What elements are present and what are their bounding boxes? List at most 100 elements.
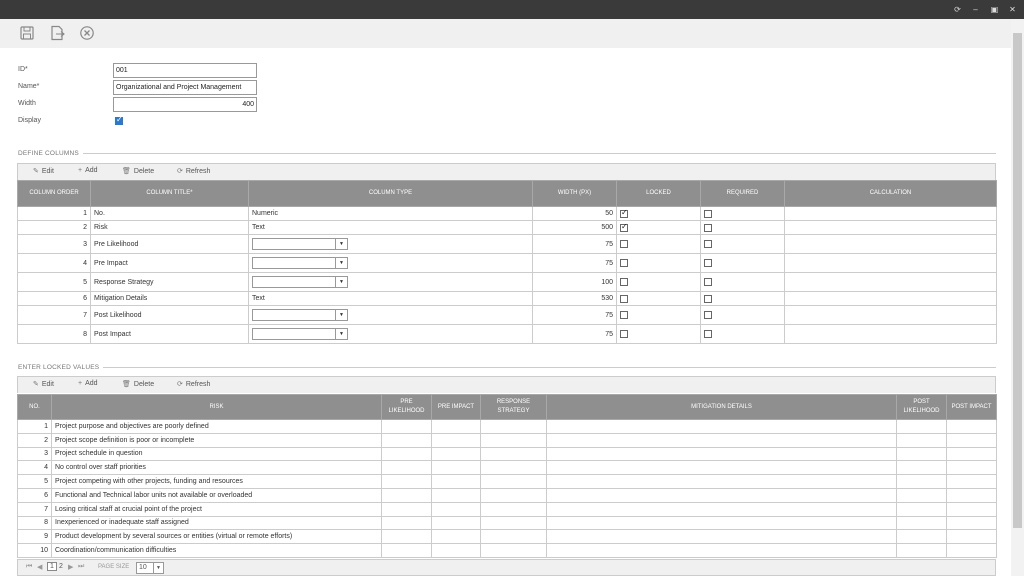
header-post-impact[interactable]: POST IMPACT bbox=[946, 394, 997, 420]
risk-text-cell[interactable]: Losing critical staff at crucial point o… bbox=[51, 501, 382, 517]
response-strategy-cell[interactable] bbox=[480, 474, 547, 489]
column-row[interactable]: 7Post Likelihood 75 bbox=[17, 305, 997, 325]
column-type-cell[interactable]: Text bbox=[248, 220, 533, 235]
risk-row[interactable]: 2 Project scope definition is poor or inc… bbox=[17, 432, 997, 448]
add-button[interactable]: + Add bbox=[78, 380, 98, 387]
post-likelihood-cell[interactable] bbox=[896, 419, 947, 434]
column-type-select[interactable] bbox=[252, 276, 348, 288]
response-strategy-cell[interactable] bbox=[480, 446, 547, 462]
mitigation-details-cell[interactable] bbox=[546, 474, 897, 489]
header-locked[interactable]: LOCKED bbox=[616, 180, 701, 207]
column-title-cell[interactable]: Mitigation Details bbox=[90, 291, 249, 306]
header-risk[interactable]: RISK bbox=[51, 394, 382, 420]
pre-likelihood-cell[interactable] bbox=[381, 432, 432, 448]
calculation-cell[interactable] bbox=[784, 291, 997, 306]
post-impact-cell[interactable] bbox=[946, 543, 997, 558]
calculation-cell[interactable] bbox=[784, 305, 997, 325]
calculation-cell[interactable] bbox=[784, 253, 997, 273]
mitigation-details-cell[interactable] bbox=[546, 515, 897, 531]
header-column-title[interactable]: COLUMN TITLE* bbox=[90, 180, 249, 207]
calculation-cell[interactable] bbox=[784, 324, 997, 344]
locked-checkbox[interactable] bbox=[620, 222, 628, 232]
risk-text-cell[interactable]: Coordination/communication difficulties bbox=[51, 543, 382, 558]
risk-row[interactable]: 6 Functional and Technical labor units no… bbox=[17, 487, 997, 503]
risk-text-cell[interactable]: No control over staff priorities bbox=[51, 460, 382, 476]
post-likelihood-cell[interactable] bbox=[896, 446, 947, 462]
page-2-button[interactable]: 2 bbox=[59, 563, 63, 570]
risk-row[interactable]: 5 Project competing with other projects, … bbox=[17, 474, 997, 489]
response-strategy-cell[interactable] bbox=[480, 460, 547, 476]
header-post-likelihood[interactable]: POST LIKELIHOOD bbox=[896, 394, 947, 420]
pre-likelihood-cell[interactable] bbox=[381, 501, 432, 517]
mitigation-details-cell[interactable] bbox=[546, 543, 897, 558]
column-row[interactable]: 2 Risk Text 500 bbox=[17, 220, 997, 235]
mitigation-details-cell[interactable] bbox=[546, 432, 897, 448]
response-strategy-cell[interactable] bbox=[480, 501, 547, 517]
locked-checkbox[interactable] bbox=[620, 240, 628, 248]
risk-text-cell[interactable]: Inexperienced or inadequate staff assign… bbox=[51, 515, 382, 531]
column-type-cell[interactable] bbox=[248, 305, 533, 325]
pre-likelihood-cell[interactable] bbox=[381, 446, 432, 462]
post-impact-cell[interactable] bbox=[946, 529, 997, 545]
mitigation-details-cell[interactable] bbox=[546, 529, 897, 545]
prev-page-icon[interactable]: ◀ bbox=[37, 563, 42, 571]
response-strategy-cell[interactable] bbox=[480, 419, 547, 434]
column-type-select[interactable] bbox=[252, 257, 348, 269]
required-checkbox[interactable] bbox=[704, 240, 712, 248]
header-mitigation-details[interactable]: MITIGATION DETAILS bbox=[546, 394, 897, 420]
post-impact-cell[interactable] bbox=[946, 474, 997, 489]
header-column-type[interactable]: COLUMN TYPE bbox=[248, 180, 533, 207]
header-pre-impact[interactable]: PRE IMPACT bbox=[431, 394, 481, 420]
required-checkbox[interactable] bbox=[704, 311, 712, 319]
locked-checkbox[interactable] bbox=[620, 294, 628, 303]
risk-text-cell[interactable]: Project schedule in question bbox=[51, 446, 382, 462]
pre-impact-cell[interactable] bbox=[431, 460, 481, 476]
column-row[interactable]: 6 Mitigation Details Text 530 bbox=[17, 291, 997, 306]
first-page-icon[interactable]: ⏮ bbox=[26, 563, 32, 571]
header-calculation[interactable]: CALCULATION bbox=[784, 180, 997, 207]
scrollbar-thumb[interactable] bbox=[1013, 33, 1022, 528]
header-pre-likelihood[interactable]: PRE LIKELIHOOD bbox=[381, 394, 432, 420]
column-row[interactable]: 4Pre Impact 75 bbox=[17, 253, 997, 273]
post-likelihood-cell[interactable] bbox=[896, 460, 947, 476]
column-title-cell[interactable]: No. bbox=[90, 206, 249, 221]
calculation-cell[interactable] bbox=[784, 220, 997, 235]
required-checkbox[interactable] bbox=[704, 223, 712, 232]
response-strategy-cell[interactable] bbox=[480, 543, 547, 558]
display-checkbox[interactable] bbox=[115, 115, 123, 125]
column-width-cell[interactable]: 500 bbox=[532, 220, 617, 235]
header-width[interactable]: WIDTH (PX) bbox=[532, 180, 617, 207]
response-strategy-cell[interactable] bbox=[480, 487, 547, 503]
refresh-button[interactable]: ⟳ Refresh bbox=[177, 380, 210, 388]
column-row[interactable]: 5Response Strategy 100 bbox=[17, 272, 997, 292]
column-type-cell[interactable]: Numeric bbox=[248, 206, 533, 221]
mitigation-details-cell[interactable] bbox=[546, 501, 897, 517]
column-type-select[interactable] bbox=[252, 238, 348, 250]
column-width-cell[interactable]: 530 bbox=[532, 291, 617, 306]
header-column-order[interactable]: COLUMN ORDER bbox=[17, 180, 91, 207]
required-checkbox[interactable] bbox=[704, 278, 712, 286]
pre-impact-cell[interactable] bbox=[431, 529, 481, 545]
locked-checkbox[interactable] bbox=[620, 311, 628, 319]
risk-row[interactable]: 3 Project schedule in question bbox=[17, 446, 997, 462]
column-width-cell[interactable]: 75 bbox=[532, 253, 617, 273]
mitigation-details-cell[interactable] bbox=[546, 446, 897, 462]
column-row[interactable]: 1 No. Numeric 50 bbox=[17, 206, 997, 221]
post-likelihood-cell[interactable] bbox=[896, 543, 947, 558]
risk-row[interactable]: 8 Inexperienced or inadequate staff assig… bbox=[17, 515, 997, 531]
pre-impact-cell[interactable] bbox=[431, 432, 481, 448]
column-type-cell[interactable] bbox=[248, 234, 533, 254]
pre-likelihood-cell[interactable] bbox=[381, 460, 432, 476]
post-impact-cell[interactable] bbox=[946, 446, 997, 462]
close-window-button[interactable]: ✕ bbox=[1007, 4, 1018, 15]
delete-button[interactable]: 🗑 Delete bbox=[122, 167, 154, 175]
required-checkbox[interactable] bbox=[704, 209, 712, 218]
column-width-cell[interactable]: 75 bbox=[532, 234, 617, 254]
header-required[interactable]: REQUIRED bbox=[700, 180, 785, 207]
response-strategy-cell[interactable] bbox=[480, 529, 547, 545]
pre-impact-cell[interactable] bbox=[431, 501, 481, 517]
pre-impact-cell[interactable] bbox=[431, 474, 481, 489]
required-checkbox[interactable] bbox=[704, 330, 712, 338]
width-input[interactable]: 400 bbox=[113, 97, 257, 112]
post-likelihood-cell[interactable] bbox=[896, 432, 947, 448]
